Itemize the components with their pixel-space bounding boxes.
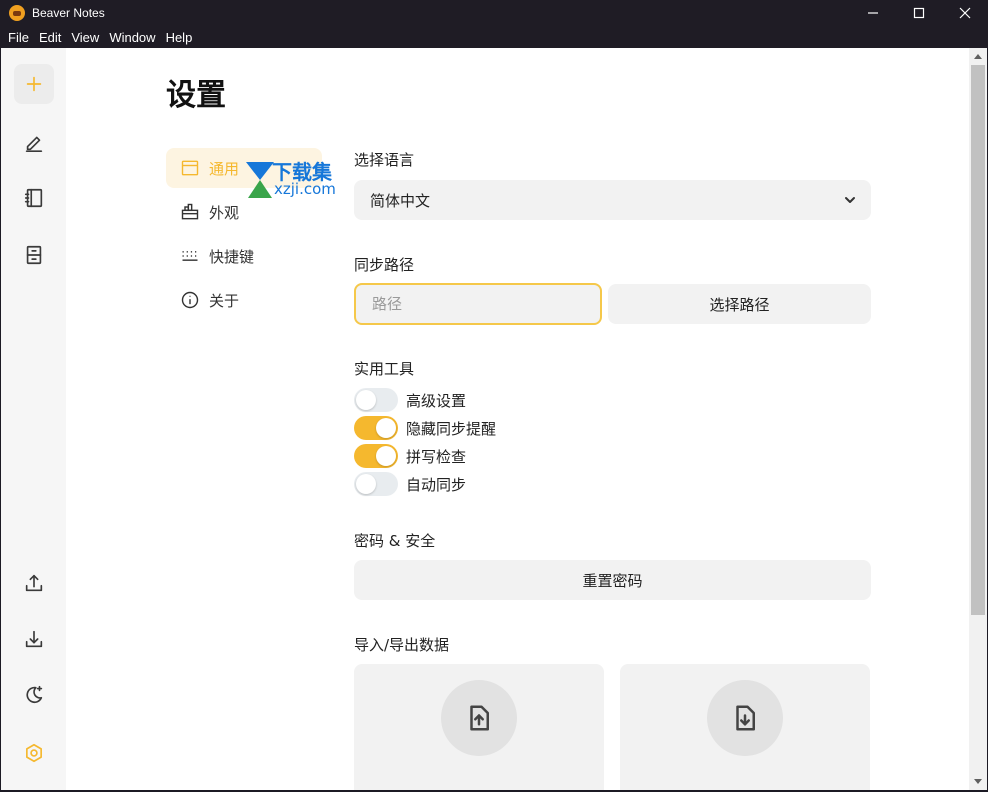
menu-bar: File Edit View Window Help bbox=[0, 26, 988, 48]
watermark: 下载集 xzji.com bbox=[242, 156, 362, 202]
advanced-label: 高级设置 bbox=[406, 391, 467, 410]
menu-help[interactable]: Help bbox=[161, 30, 198, 45]
nav-about-label: 关于 bbox=[209, 291, 240, 310]
archive-button[interactable] bbox=[14, 235, 54, 275]
export-data-card[interactable] bbox=[354, 664, 604, 790]
toggle-auto-sync[interactable]: 自动同步 bbox=[354, 471, 466, 497]
toggle-spellcheck[interactable]: 拼写检查 bbox=[354, 443, 466, 469]
export-data-button[interactable] bbox=[441, 680, 517, 756]
menu-view[interactable]: View bbox=[66, 30, 104, 45]
plus-icon bbox=[26, 76, 42, 92]
scroll-thumb[interactable] bbox=[971, 65, 985, 615]
nav-about[interactable]: 关于 bbox=[166, 280, 322, 320]
upload-icon bbox=[25, 574, 43, 592]
language-label: 选择语言 bbox=[354, 151, 415, 169]
toggle-advanced[interactable]: 高级设置 bbox=[354, 387, 466, 413]
nav-appearance-label: 外观 bbox=[209, 203, 240, 222]
notebook-icon bbox=[24, 188, 43, 208]
file-upload-icon bbox=[470, 705, 489, 731]
nav-shortcuts[interactable]: 快捷键 bbox=[166, 236, 322, 276]
download-icon bbox=[25, 630, 43, 648]
advanced-switch[interactable] bbox=[354, 388, 398, 412]
auto-sync-switch[interactable] bbox=[354, 472, 398, 496]
watermark-url: xzji.com bbox=[274, 180, 336, 198]
settings-hexagon-icon bbox=[26, 743, 42, 763]
dark-mode-button[interactable] bbox=[14, 675, 54, 715]
spellcheck-label: 拼写检查 bbox=[406, 447, 467, 466]
auto-sync-label: 自动同步 bbox=[406, 475, 467, 494]
menu-file[interactable]: File bbox=[3, 30, 34, 45]
beaver-logo-icon bbox=[9, 5, 25, 21]
title-bar: Beaver Notes bbox=[0, 0, 988, 26]
scroll-up-icon[interactable] bbox=[974, 54, 982, 59]
maximize-icon bbox=[913, 7, 925, 19]
nav-general-label: 通用 bbox=[209, 159, 240, 178]
spellcheck-switch[interactable] bbox=[354, 444, 398, 468]
data-label: 导入/导出数据 bbox=[354, 636, 450, 654]
hide-sync-reminder-label: 隐藏同步提醒 bbox=[406, 419, 497, 438]
window-controls bbox=[850, 0, 988, 26]
import-data-button[interactable] bbox=[707, 680, 783, 756]
sidebar bbox=[1, 48, 66, 790]
layout-icon bbox=[181, 160, 199, 176]
import-data-card[interactable] bbox=[620, 664, 870, 790]
menu-window[interactable]: Window bbox=[104, 30, 160, 45]
window-title: Beaver Notes bbox=[32, 6, 105, 20]
reset-password-button[interactable]: 重置密码 bbox=[354, 560, 871, 600]
menu-edit[interactable]: Edit bbox=[34, 30, 66, 45]
sync-path-label: 同步路径 bbox=[354, 256, 415, 274]
hide-sync-reminder-switch[interactable] bbox=[354, 416, 398, 440]
settings-content: 设置 通用 外观 快捷键 关于 下载集 xzji.com 选择语言 简体中文 同… bbox=[66, 48, 969, 790]
brush-icon bbox=[181, 203, 199, 220]
pencil-icon bbox=[25, 136, 43, 152]
notebook-button[interactable] bbox=[14, 178, 54, 218]
scroll-down-icon[interactable] bbox=[974, 779, 982, 784]
reset-password-label: 重置密码 bbox=[582, 571, 643, 590]
chevron-down-icon bbox=[845, 197, 855, 203]
export-button[interactable] bbox=[14, 563, 54, 603]
info-icon bbox=[181, 291, 199, 309]
sync-path-input[interactable] bbox=[354, 283, 602, 325]
close-button[interactable] bbox=[942, 0, 988, 26]
settings-button[interactable] bbox=[14, 733, 54, 773]
toggle-hide-sync-reminder[interactable]: 隐藏同步提醒 bbox=[354, 415, 496, 441]
minimize-icon bbox=[868, 12, 878, 14]
import-button[interactable] bbox=[14, 619, 54, 659]
page-title: 设置 bbox=[166, 78, 226, 113]
nav-shortcuts-label: 快捷键 bbox=[209, 247, 255, 266]
add-note-button[interactable] bbox=[14, 64, 54, 104]
notes-button[interactable] bbox=[14, 122, 54, 162]
security-label: 密码 & 安全 bbox=[354, 532, 436, 550]
moon-icon bbox=[26, 685, 43, 704]
close-icon bbox=[959, 7, 971, 19]
language-select[interactable]: 简体中文 bbox=[354, 180, 871, 220]
app-window: 设置 通用 外观 快捷键 关于 下载集 xzji.com 选择语言 简体中文 同… bbox=[1, 48, 987, 790]
keyboard-icon bbox=[182, 251, 198, 261]
minimize-button[interactable] bbox=[850, 0, 896, 26]
language-value: 简体中文 bbox=[370, 191, 431, 210]
archive-icon bbox=[26, 245, 42, 265]
choose-path-label: 选择路径 bbox=[709, 295, 770, 314]
file-download-icon bbox=[736, 705, 755, 731]
scrollbar[interactable] bbox=[969, 48, 987, 790]
maximize-button[interactable] bbox=[896, 0, 942, 26]
choose-path-button[interactable]: 选择路径 bbox=[608, 284, 871, 324]
tools-label: 实用工具 bbox=[354, 360, 415, 378]
